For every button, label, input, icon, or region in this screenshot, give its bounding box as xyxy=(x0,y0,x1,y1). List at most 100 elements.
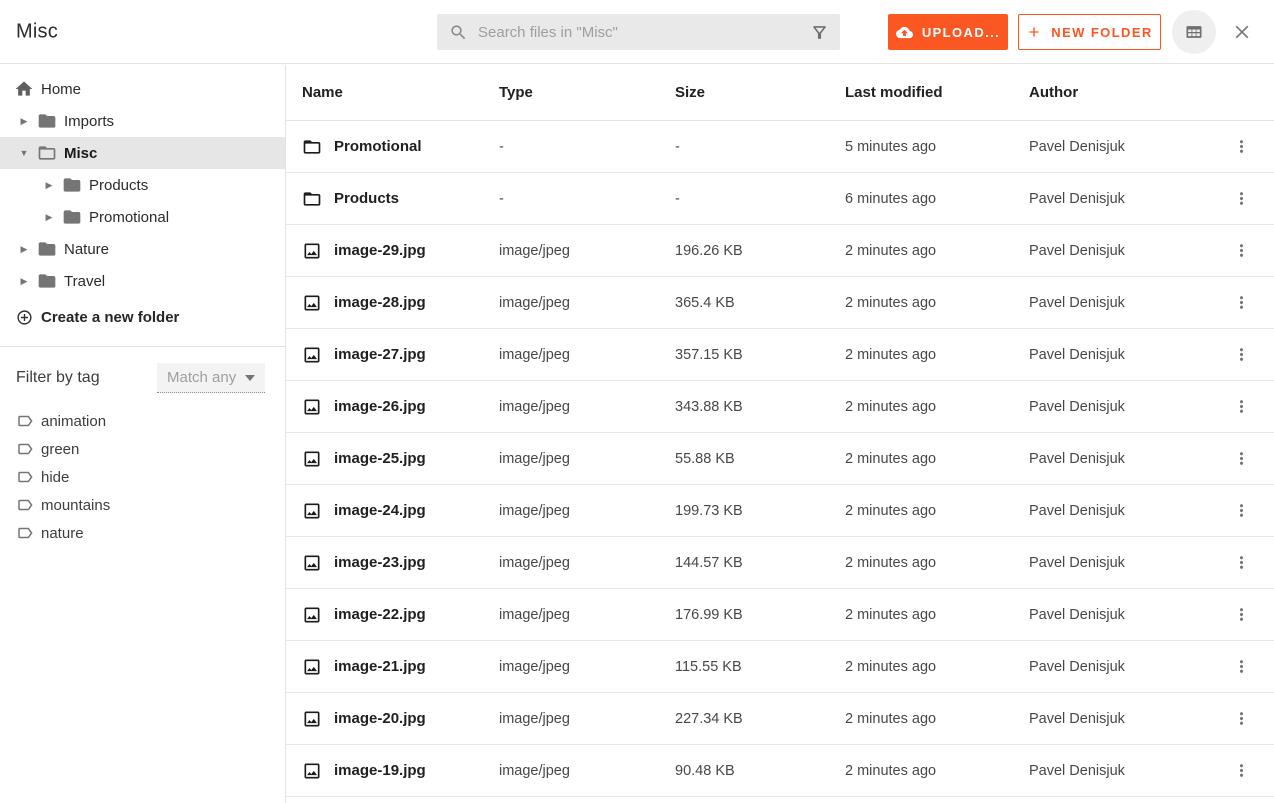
row-actions-button[interactable] xyxy=(1229,343,1253,367)
row-actions-button[interactable] xyxy=(1229,395,1253,419)
chevron-icon[interactable]: ▼ xyxy=(18,148,30,158)
row-actions-button[interactable] xyxy=(1229,239,1253,263)
table-row[interactable]: Promotional - - 5 minutes ago Pavel Deni… xyxy=(286,121,1274,173)
folder-icon xyxy=(37,111,57,131)
table-row[interactable]: image-27.jpg image/jpeg 357.15 KB 2 minu… xyxy=(286,329,1274,381)
file-manager-window: Misc UPLOAD... NEW FOLDER Home ▶ Im xyxy=(0,0,1274,803)
chevron-icon[interactable]: ▶ xyxy=(43,212,55,223)
new-folder-button-label: NEW FOLDER xyxy=(1051,25,1152,40)
row-actions-button[interactable] xyxy=(1229,135,1253,159)
chevron-icon[interactable]: ▶ xyxy=(43,180,55,191)
file-name: image-28.jpg xyxy=(334,294,426,311)
image-icon xyxy=(302,761,322,781)
tag-icon xyxy=(16,524,34,542)
file-type: image/jpeg xyxy=(499,399,675,415)
file-type: image/jpeg xyxy=(499,555,675,571)
folder-tree: Home ▶ Imports ▼ Misc ▶ Products ▶ Promo… xyxy=(0,73,285,297)
folder-icon xyxy=(62,175,82,195)
folder-tree-item-label: Promotional xyxy=(89,209,169,226)
tag-icon xyxy=(16,412,34,430)
folder-tree-item-label: Misc xyxy=(64,145,97,162)
sidebar-item-products[interactable]: ▶ Products xyxy=(0,169,285,201)
file-type: image/jpeg xyxy=(499,347,675,363)
grid-view-toggle-button[interactable] xyxy=(1172,10,1216,54)
sidebar-item-home[interactable]: Home xyxy=(0,73,285,105)
sidebar-item-nature[interactable]: ▶ Nature xyxy=(0,233,285,265)
more-vert-icon xyxy=(1232,137,1251,156)
file-author: Pavel Denisjuk xyxy=(1029,711,1229,727)
row-actions-button[interactable] xyxy=(1229,187,1253,211)
file-author: Pavel Denisjuk xyxy=(1029,191,1229,207)
table-row[interactable]: image-29.jpg image/jpeg 196.26 KB 2 minu… xyxy=(286,225,1274,277)
column-header-name[interactable]: Name xyxy=(286,84,499,101)
sidebar-item-promotional[interactable]: ▶ Promotional xyxy=(0,201,285,233)
sidebar-item-travel[interactable]: ▶ Travel xyxy=(0,265,285,297)
table-row[interactable]: image-20.jpg image/jpeg 227.34 KB 2 minu… xyxy=(286,693,1274,745)
more-vert-icon xyxy=(1232,397,1251,416)
tag-item-hide[interactable]: hide xyxy=(0,463,285,491)
chevron-icon[interactable]: ▶ xyxy=(18,276,30,287)
more-vert-icon xyxy=(1232,449,1251,468)
folder-icon xyxy=(37,271,57,291)
file-author: Pavel Denisjuk xyxy=(1029,763,1229,779)
file-type: image/jpeg xyxy=(499,659,675,675)
file-size: 357.15 KB xyxy=(675,347,845,363)
new-folder-button[interactable]: NEW FOLDER xyxy=(1018,14,1161,50)
row-actions-button[interactable] xyxy=(1229,759,1253,783)
table-row[interactable]: image-23.jpg image/jpeg 144.57 KB 2 minu… xyxy=(286,537,1274,589)
more-vert-icon xyxy=(1232,345,1251,364)
file-size: 199.73 KB xyxy=(675,503,845,519)
row-actions-button[interactable] xyxy=(1229,603,1253,627)
row-actions-button[interactable] xyxy=(1229,291,1253,315)
table-row[interactable]: image-25.jpg image/jpeg 55.88 KB 2 minut… xyxy=(286,433,1274,485)
chevron-icon[interactable]: ▶ xyxy=(18,244,30,255)
filter-by-tag-section: Filter by tag Match any xyxy=(0,363,285,393)
table-row[interactable]: image-26.jpg image/jpeg 343.88 KB 2 minu… xyxy=(286,381,1274,433)
table-row[interactable]: image-28.jpg image/jpeg 365.4 KB 2 minut… xyxy=(286,277,1274,329)
filter-icon[interactable] xyxy=(810,23,829,42)
file-author: Pavel Denisjuk xyxy=(1029,607,1229,623)
row-actions-button[interactable] xyxy=(1229,655,1253,679)
chevron-icon[interactable]: ▶ xyxy=(18,116,30,127)
column-header-size[interactable]: Size xyxy=(675,84,845,101)
more-vert-icon xyxy=(1232,605,1251,624)
row-actions-button[interactable] xyxy=(1229,499,1253,523)
filter-by-tag-label: Filter by tag xyxy=(16,369,100,387)
close-button[interactable] xyxy=(1230,20,1254,44)
sidebar-divider xyxy=(0,346,285,347)
tag-item-nature[interactable]: nature xyxy=(0,519,285,547)
tag-item-mountains[interactable]: mountains xyxy=(0,491,285,519)
create-folder-button[interactable]: Create a new folder xyxy=(0,301,285,333)
folder-icon xyxy=(302,189,322,209)
table-row[interactable]: image-22.jpg image/jpeg 176.99 KB 2 minu… xyxy=(286,589,1274,641)
file-type: image/jpeg xyxy=(499,451,675,467)
table-row[interactable]: image-21.jpg image/jpeg 115.55 KB 2 minu… xyxy=(286,641,1274,693)
tag-label: green xyxy=(41,441,79,458)
tag-match-select[interactable]: Match any xyxy=(157,363,265,393)
column-header-author[interactable]: Author xyxy=(1029,84,1229,101)
sidebar-item-misc[interactable]: ▼ Misc xyxy=(0,137,285,169)
search-box xyxy=(437,14,840,50)
table-row[interactable]: image-19.jpg image/jpeg 90.48 KB 2 minut… xyxy=(286,745,1274,797)
table-row[interactable]: image-24.jpg image/jpeg 199.73 KB 2 minu… xyxy=(286,485,1274,537)
file-modified: 2 minutes ago xyxy=(845,659,1029,675)
sidebar-item-imports[interactable]: ▶ Imports xyxy=(0,105,285,137)
column-header-type[interactable]: Type xyxy=(499,84,675,101)
file-type: image/jpeg xyxy=(499,763,675,779)
search-input[interactable] xyxy=(478,24,810,41)
tag-item-animation[interactable]: animation xyxy=(0,407,285,435)
column-header-last-modified[interactable]: Last modified xyxy=(845,84,1029,101)
tag-item-green[interactable]: green xyxy=(0,435,285,463)
table-row[interactable]: Products - - 6 minutes ago Pavel Denisju… xyxy=(286,173,1274,225)
file-type: image/jpeg xyxy=(499,243,675,259)
upload-button[interactable]: UPLOAD... xyxy=(888,14,1008,50)
tag-label: nature xyxy=(41,525,84,542)
file-name: image-20.jpg xyxy=(334,710,426,727)
file-modified: 2 minutes ago xyxy=(845,399,1029,415)
tag-match-value: Match any xyxy=(167,369,236,386)
row-actions-button[interactable] xyxy=(1229,447,1253,471)
more-vert-icon xyxy=(1232,189,1251,208)
file-size: 365.4 KB xyxy=(675,295,845,311)
row-actions-button[interactable] xyxy=(1229,707,1253,731)
row-actions-button[interactable] xyxy=(1229,551,1253,575)
